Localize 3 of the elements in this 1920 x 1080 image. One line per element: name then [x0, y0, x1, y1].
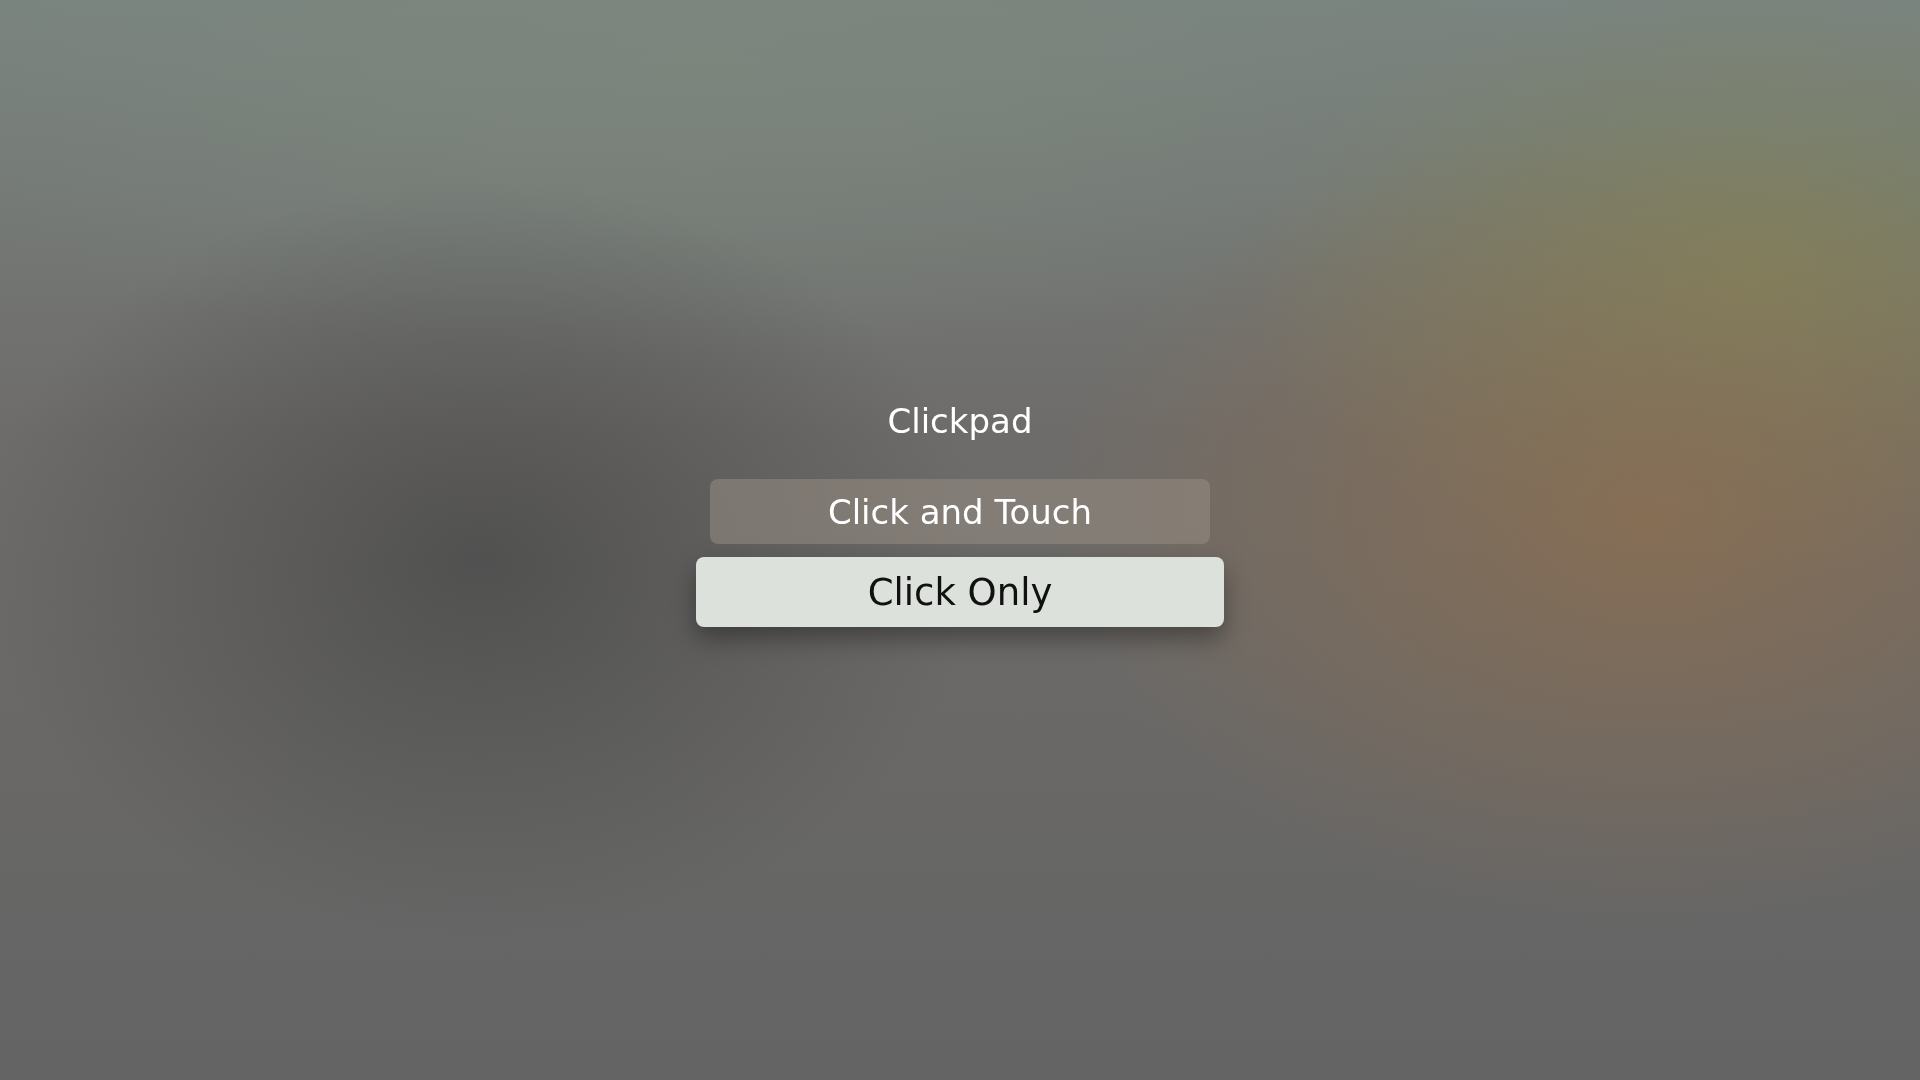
option-button[interactable]: Click Only	[696, 557, 1224, 627]
menu-title: Clickpad	[887, 400, 1033, 443]
option-button[interactable]: Click and Touch	[710, 479, 1210, 544]
